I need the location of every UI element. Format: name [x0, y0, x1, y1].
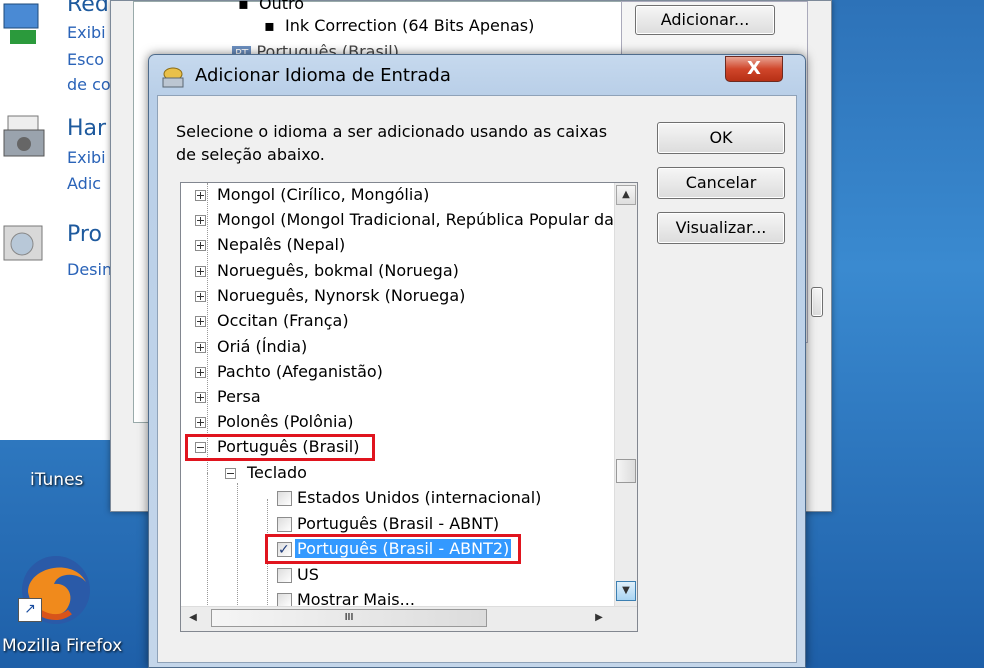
cancel-button[interactable]: Cancelar	[657, 167, 785, 199]
scroll-right-icon[interactable]: ▶	[589, 609, 609, 629]
cp-section-hardware-title[interactable]: Har	[67, 116, 106, 141]
expand-plus-icon[interactable]	[195, 190, 206, 201]
preview-button[interactable]: Visualizar...	[657, 212, 785, 244]
add-button[interactable]: Adicionar...	[635, 5, 775, 35]
tree-item-label: Mongol (Mongol Tradicional, República Po…	[217, 210, 631, 229]
language-tree[interactable]: Mongol (Cirílico, Mongólia) Mongol (Mong…	[180, 182, 638, 632]
tree-item-language[interactable]: Oriá (Índia)	[195, 335, 307, 359]
tree-item-language[interactable]: Nepalês (Nepal)	[195, 233, 345, 257]
tree-item-language[interactable]: Persa	[195, 385, 261, 409]
horizontal-scrollbar[interactable]: ◀ III ▶	[181, 606, 637, 631]
cp-section-hardware-link[interactable]: Adic	[67, 174, 101, 193]
tree-item-language[interactable]: Norueguês, Nynorsk (Noruega)	[195, 284, 465, 308]
firefox-icon[interactable]: ↗	[18, 552, 94, 628]
collapse-minus-icon[interactable]	[225, 468, 236, 479]
network-icon	[3, 3, 39, 44]
vertical-scrollbar[interactable]: ▲ ▼	[614, 183, 637, 607]
scroll-up-icon[interactable]: ▲	[616, 185, 636, 205]
tree-item-language[interactable]: Mongol (Cirílico, Mongólia)	[195, 183, 429, 207]
ok-button[interactable]: OK	[657, 122, 785, 154]
expand-plus-icon[interactable]	[195, 367, 206, 378]
tree-line	[207, 473, 208, 613]
cp-section-programs-title[interactable]: Pro	[67, 222, 102, 247]
tree-item-label: Occitan (França)	[217, 311, 349, 330]
tree-item-language[interactable]: Occitan (França)	[195, 309, 349, 333]
expand-plus-icon[interactable]	[195, 215, 206, 226]
cp-section-programs-link[interactable]: Desin	[67, 260, 112, 279]
tree-item-language[interactable]: Pachto (Afeganistão)	[195, 360, 383, 384]
keyboard-language-icon	[162, 67, 184, 88]
tree-item-label: Mongol (Cirílico, Mongólia)	[217, 185, 430, 204]
tree-item-label: Norueguês, bokmal (Noruega)	[217, 261, 459, 280]
programs-icon	[3, 225, 43, 261]
cp-section-network-link[interactable]: Exibi	[67, 23, 106, 42]
expand-plus-icon[interactable]	[195, 266, 206, 277]
close-button[interactable]: X	[725, 56, 783, 82]
keyboard-option-label: Estados Unidos (internacional)	[297, 488, 542, 507]
expand-plus-icon[interactable]	[195, 291, 206, 302]
tree-item-language[interactable]: Mongol (Mongol Tradicional, República Po…	[195, 208, 630, 232]
desktop-icon-firefox-label[interactable]: Mozilla Firefox	[2, 636, 122, 656]
horizontal-scroll-thumb[interactable]: III	[211, 609, 487, 627]
cp-section-network-title[interactable]: Red	[67, 0, 109, 17]
highlight-box-keyboard	[265, 534, 521, 564]
cp-section-network-link[interactable]: Esco	[67, 50, 104, 69]
keyboard-option[interactable]: Português (Brasil - ABNT)	[277, 512, 499, 536]
control-panel-strip: Red Exibi Esco de co Har Exibi Adic Pro …	[0, 0, 112, 440]
scroll-left-icon[interactable]: ◀	[183, 609, 203, 629]
tree-line	[237, 483, 238, 609]
keyboard-option[interactable]: Estados Unidos (internacional)	[277, 486, 541, 510]
expand-plus-icon[interactable]	[195, 316, 206, 327]
expand-plus-icon[interactable]	[195, 392, 206, 403]
shortcut-arrow-icon: ↗	[18, 598, 42, 622]
dialog-body: Selecione o idioma a ser adicionado usan…	[157, 95, 797, 663]
instruction-text: Selecione o idioma a ser adicionado usan…	[176, 122, 608, 164]
scroll-down-icon[interactable]: ▼	[616, 581, 636, 601]
tree-item-label: Polonês (Polônia)	[217, 412, 354, 431]
tree-item-label: Persa	[217, 387, 261, 406]
keyboard-option-label: Português (Brasil - ABNT)	[297, 514, 500, 533]
desktop-icon-itunes[interactable]: iTunes	[30, 470, 83, 490]
cp-section-hardware-link[interactable]: Exibi	[67, 148, 106, 167]
desktop-icon-label: iTunes	[30, 470, 84, 490]
expand-plus-icon[interactable]	[195, 342, 206, 353]
printer-icon	[3, 115, 45, 157]
tree-item-label: Nepalês (Nepal)	[217, 235, 346, 254]
checkbox[interactable]	[277, 491, 292, 506]
background-side-button[interactable]	[811, 287, 823, 317]
vertical-scroll-thumb[interactable]	[616, 459, 636, 483]
keyboard-option-label: US	[297, 565, 319, 584]
bg-tree-outro: ▪ Outro	[238, 0, 304, 13]
tree-item-label: Teclado	[247, 463, 307, 482]
checkbox[interactable]	[277, 517, 292, 532]
highlight-box-language	[185, 434, 375, 461]
tree-item-label: Pachto (Afeganistão)	[217, 362, 383, 381]
keyboard-option[interactable]: US	[277, 563, 319, 587]
expand-plus-icon[interactable]	[195, 417, 206, 428]
dialog-title: Adicionar Idioma de Entrada	[195, 65, 451, 86]
tree-item-language[interactable]: Polonês (Polônia)	[195, 410, 353, 434]
tree-item-label: Oriá (Índia)	[217, 337, 308, 356]
tree-item-language[interactable]: Norueguês, bokmal (Noruega)	[195, 259, 459, 283]
add-input-language-dialog: Adicionar Idioma de Entrada X Selecione …	[148, 54, 806, 668]
checkbox[interactable]	[277, 568, 292, 583]
bg-tree-ink: ▪ Ink Correction (64 Bits Apenas)	[264, 16, 535, 35]
bg-tree-label: Outro	[259, 0, 305, 13]
tree-item-label: Norueguês, Nynorsk (Noruega)	[217, 286, 466, 305]
expand-plus-icon[interactable]	[195, 240, 206, 251]
cp-section-network-link[interactable]: de co	[67, 75, 111, 94]
tree-item-keyboard-group[interactable]: Teclado	[225, 461, 307, 485]
bg-tree-label: Ink Correction (64 Bits Apenas)	[285, 16, 535, 35]
